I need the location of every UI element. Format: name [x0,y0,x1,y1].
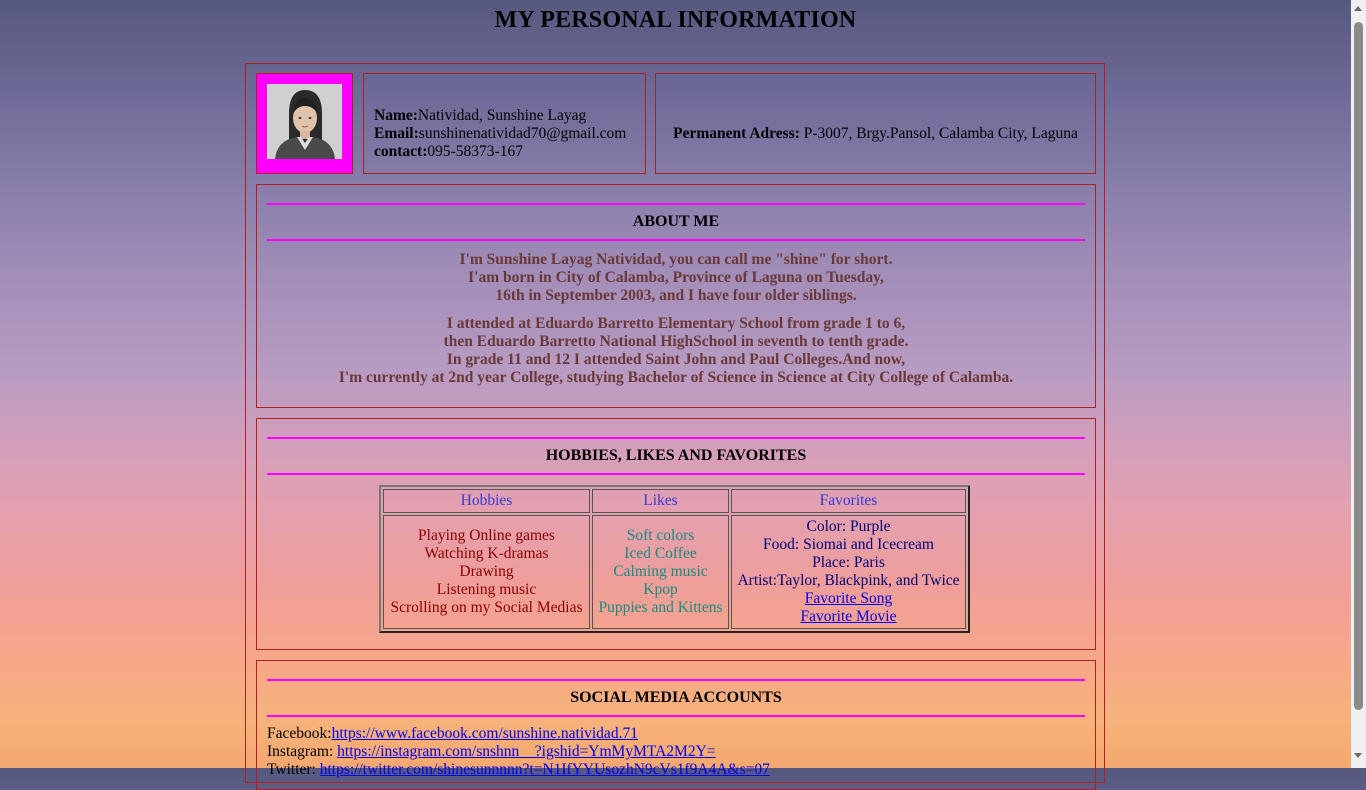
scrollbar-thumb[interactable] [1354,22,1363,710]
email-label: Email: [374,125,419,142]
page-title: MY PERSONAL INFORMATION [494,7,857,33]
likes-cell: Soft colors Iced Coffee Calming music Kp… [592,515,729,629]
table-row: Playing Online games Watching K-dramas D… [383,515,966,629]
header-hobbies: Hobbies [383,489,590,513]
favorite-movie-link[interactable]: Favorite Movie [801,608,897,625]
social-media-section: SOCIAL MEDIA ACCOUNTS Facebook:https://w… [256,660,1096,790]
instagram-row: Instagram: https://instagram.com/snshnn_… [267,743,770,761]
about-line: I'm Sunshine Layag Natividad, you can ca… [459,251,893,268]
twitter-link[interactable]: https://twitter.com/shinesunnnnn?t=N1IfY… [320,761,770,778]
page: MY PERSONAL INFORMATION Name:Natividad, … [0,0,1351,790]
name-value: Natividad, Sunshine Layag [417,107,587,124]
list-item: Iced Coffee [624,545,697,562]
facebook-row: Facebook:https://www.facebook.com/sunshi… [267,725,770,743]
about-line: In grade 11 and 12 I attended Saint John… [446,351,906,368]
social-links: Facebook:https://www.facebook.com/sunshi… [267,725,770,779]
phone-row: contact:095-58373-167 [374,143,626,161]
table-header-row: Hobbies Likes Favorites [383,489,966,513]
list-item: Soft colors [626,527,695,544]
name-row: Name:Natividad, Sunshine Layag [374,107,626,125]
instagram-link[interactable]: https://instagram.com/snshnn__?igshid=Ym… [337,743,715,760]
about-line: 16th in September 2003, and I have four … [495,287,857,304]
hobbies-title: HOBBIES, LIKES AND FAVORITES [267,437,1085,475]
about-paragraph-2: I attended at Eduardo Barretto Elementar… [257,315,1095,387]
list-item: Artist:Taylor, Blackpink, and Twice [737,572,960,589]
about-me-title: ABOUT ME [267,203,1085,241]
list-item: Listening music [436,581,537,598]
about-paragraph-1: I'm Sunshine Layag Natividad, you can ca… [257,251,1095,305]
address-box: Permanent Adress: P-3007, Brgy.Pansol, C… [655,73,1096,174]
header-likes: Likes [592,489,729,513]
scroll-down-arrow-icon[interactable] [1354,753,1362,758]
list-item: Kpop [643,581,678,598]
list-item: Food: Siomai and Icecream [763,536,934,553]
twitter-row: Twitter: https://twitter.com/shinesunnnn… [267,761,770,779]
list-item: Calming music [613,563,708,580]
main-container: Name:Natividad, Sunshine Layag Email:sun… [245,63,1105,790]
contact-value: 095-58373-167 [427,143,523,160]
about-line: I'am born in City of Calamba, Province o… [468,269,884,286]
name-label: Name: [374,107,418,124]
contact-info: Name:Natividad, Sunshine Layag Email:sun… [374,107,626,161]
favorite-song-link[interactable]: Favorite Song [805,590,892,607]
about-line: I attended at Eduardo Barretto Elementar… [446,315,906,332]
contact-label: contact: [374,143,428,160]
facebook-label: Facebook: [267,725,332,742]
profile-photo [267,84,342,159]
about-line: then Eduardo Barretto National HighSchoo… [443,333,909,350]
hobbies-cell: Playing Online games Watching K-dramas D… [383,515,590,629]
list-item: Playing Online games [418,527,555,544]
address-label: Permanent Adress: [673,125,800,142]
email-value: sunshinenatividad70@gmail.com [418,125,627,142]
vertical-scrollbar[interactable] [1351,0,1366,768]
list-item: Color: Purple [806,518,891,535]
address-value: P-3007, Brgy.Pansol, Calamba City, Lagun… [799,125,1078,142]
list-item: Place: Paris [812,554,885,571]
contact-info-box: Name:Natividad, Sunshine Layag Email:sun… [363,73,646,174]
profile-photo-frame [256,73,353,174]
list-item: Drawing [459,563,514,580]
hobbies-section: HOBBIES, LIKES AND FAVORITES Hobbies Lik… [256,418,1096,650]
favorites-cell: Color: Purple Food: Siomai and Icecream … [731,515,966,629]
list-item: Puppies and Kittens [598,599,723,616]
about-line: I'm currently at 2nd year College, study… [338,369,1014,386]
email-row: Email:sunshinenatividad70@gmail.com [374,125,626,143]
hobbies-table: Hobbies Likes Favorites Playing Online g… [379,485,970,633]
list-item: Watching K-dramas [424,545,549,562]
twitter-label: Twitter: [267,761,320,778]
list-item: Scrolling on my Social Medias [390,599,583,616]
about-me-section: ABOUT ME I'm Sunshine Layag Natividad, y… [256,184,1096,408]
facebook-link[interactable]: https://www.facebook.com/sunshine.nativi… [332,725,638,742]
address: Permanent Adress: P-3007, Brgy.Pansol, C… [656,125,1095,143]
instagram-label: Instagram: [267,743,338,760]
header-favorites: Favorites [731,489,966,513]
scroll-up-arrow-icon[interactable] [1354,6,1362,11]
social-media-title: SOCIAL MEDIA ACCOUNTS [267,679,1085,717]
